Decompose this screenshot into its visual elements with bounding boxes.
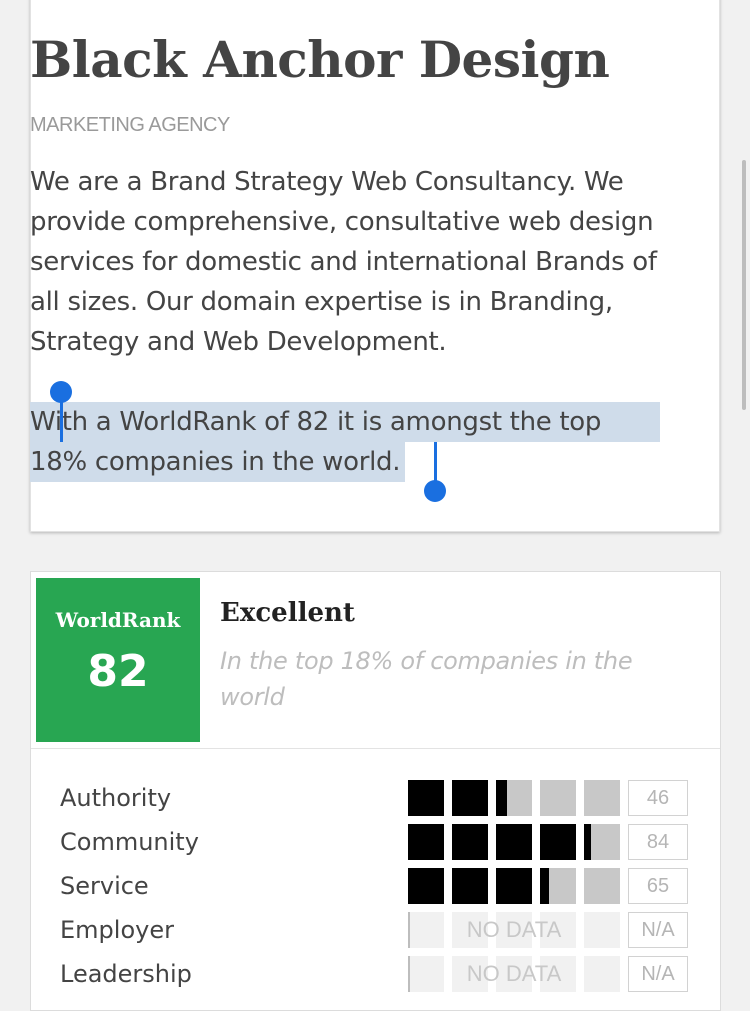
metric-bar-segment (496, 824, 532, 860)
metric-label: Leadership (60, 960, 192, 988)
metric-score: N/A (628, 912, 688, 948)
metric-bars (408, 868, 620, 904)
selection-start-cursor (60, 398, 63, 442)
metric-bar-fill (408, 780, 444, 816)
metric-bar-fill (540, 824, 576, 860)
metric-label: Service (60, 872, 149, 900)
metric-bar-segment (408, 824, 444, 860)
metric-label: Authority (60, 784, 172, 812)
company-description: We are a Brand Strategy Web Consultancy.… (30, 167, 657, 357)
metric-bar-fill (408, 868, 444, 904)
worldrank-value: 82 (87, 646, 149, 697)
metric-bar-segment (408, 780, 444, 816)
metric-bar-fill (408, 824, 444, 860)
metric-bar-segment (540, 780, 576, 816)
selection-start-handle[interactable] (50, 381, 72, 403)
metric-row: Service 65 (0, 868, 750, 912)
metric-bars: NO DATA (408, 912, 620, 948)
metric-bar-segment (496, 780, 532, 816)
metric-bar-fill (496, 868, 532, 904)
metric-bar-fill (452, 824, 488, 860)
divider (31, 748, 720, 749)
metric-bar-segment (408, 868, 444, 904)
metric-bar-fill (496, 824, 532, 860)
metric-row: Leadership NO DATA N/A (0, 956, 750, 1000)
rank-sentence-line1: With a WorldRank of 82 it is amongst the… (30, 407, 602, 437)
selection-end-handle[interactable] (424, 480, 446, 502)
company-category: MARKETING AGENCY (30, 114, 230, 136)
metric-score: 84 (628, 824, 688, 860)
worldrank-label: WorldRank (55, 608, 181, 632)
metric-score: 46 (628, 780, 688, 816)
metric-bar-segment (540, 868, 576, 904)
metric-bars: NO DATA (408, 956, 620, 992)
company-name: Black Anchor Design (30, 30, 610, 89)
metric-score: 65 (628, 868, 688, 904)
metric-bar-segment (584, 780, 620, 816)
metric-bars (408, 824, 620, 860)
rating-description: In the top 18% of companies in the world (220, 647, 633, 711)
metric-bar-fill (452, 868, 488, 904)
metric-bar-fill (496, 780, 507, 816)
metric-bar-segment (452, 868, 488, 904)
metric-row: Employer NO DATA N/A (0, 912, 750, 956)
metric-bar-segment (584, 868, 620, 904)
metric-bars (408, 780, 620, 816)
nodata-label: NO DATA (466, 961, 562, 986)
worldrank-badge: WorldRank 82 (36, 578, 200, 742)
metric-bar-segment (452, 824, 488, 860)
metric-label: Community (60, 828, 199, 856)
metric-bar-fill (540, 868, 549, 904)
metric-bar-segment (496, 868, 532, 904)
metric-bar-segment (540, 824, 576, 860)
rank-sentence-line2: 18% companies in the world. (30, 447, 401, 477)
rank-sentence: With a WorldRank of 82 it is amongst the… (30, 402, 670, 482)
metric-label: Employer (60, 916, 174, 944)
nodata-label: NO DATA (466, 917, 562, 942)
scrollbar[interactable] (742, 160, 746, 410)
rating-title: Excellent (220, 598, 355, 628)
metric-bar-fill (452, 780, 488, 816)
metric-score: N/A (628, 956, 688, 992)
metric-bar-segment (584, 824, 620, 860)
metric-bar-fill (584, 824, 592, 860)
metric-row: Authority 46 (0, 780, 750, 824)
metric-row: Community 84 (0, 824, 750, 868)
metric-bar-segment (452, 780, 488, 816)
